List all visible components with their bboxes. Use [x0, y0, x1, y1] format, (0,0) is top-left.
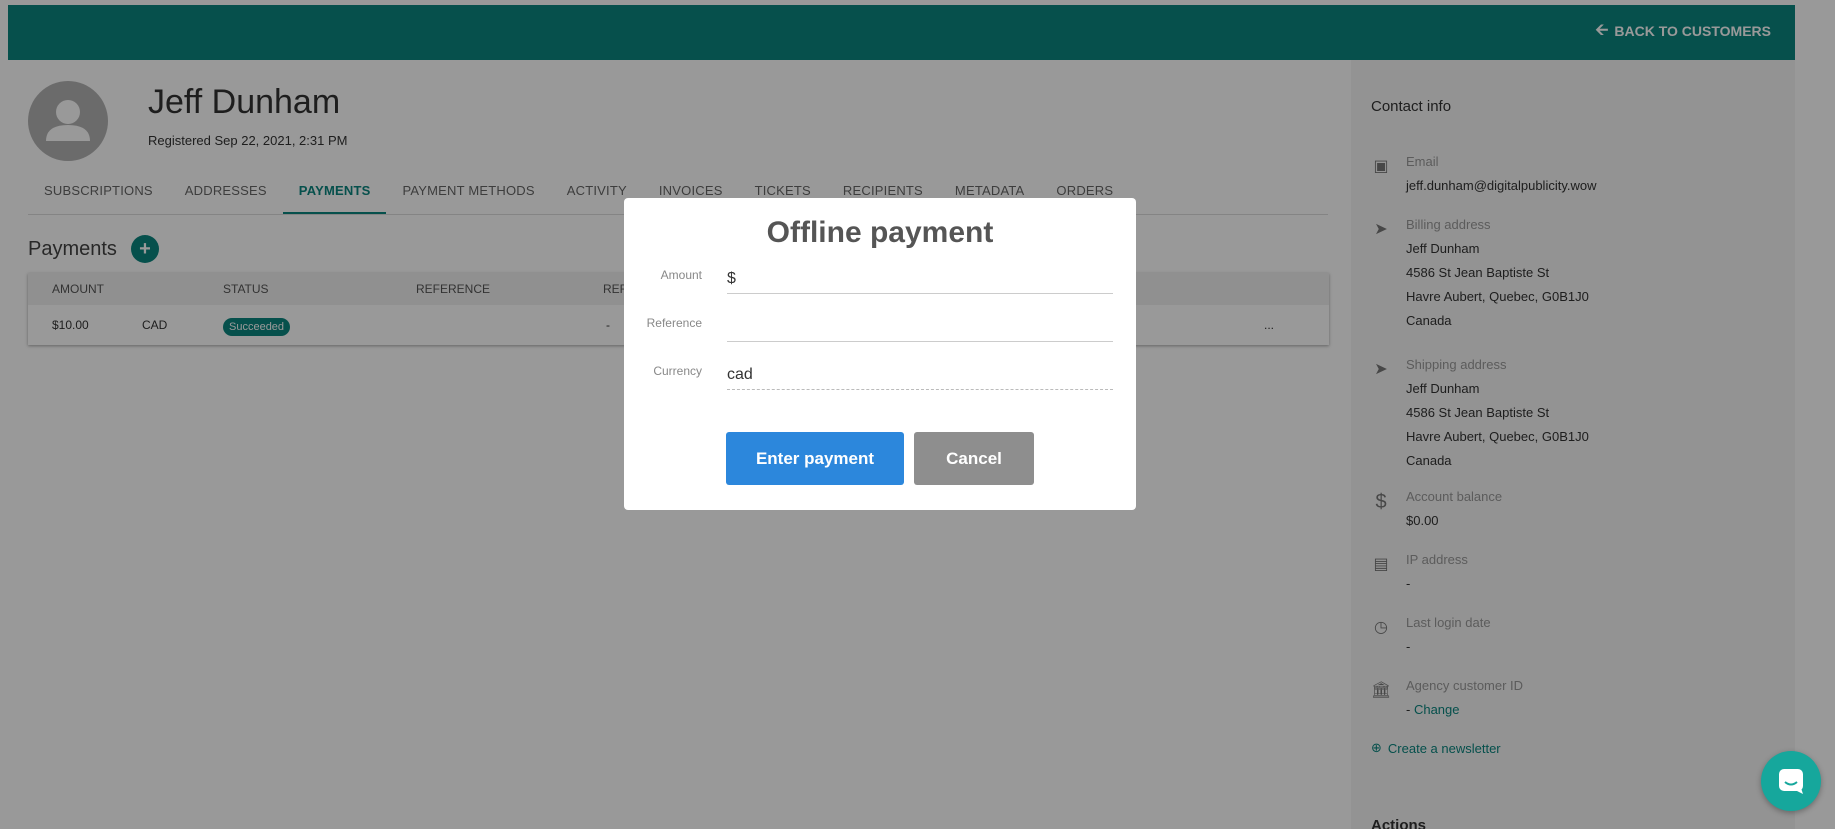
modal-title: Offline payment — [766, 216, 994, 249]
amount-label: Amount — [660, 268, 702, 282]
reference-input[interactable] — [727, 314, 1113, 342]
amount-field: Amount $ — [624, 256, 1136, 304]
currency-label: Currency — [653, 364, 702, 378]
currency-field: Currency cad — [624, 352, 1136, 400]
dollar-prefix: $ — [727, 270, 736, 287]
reference-field: Reference — [624, 304, 1136, 352]
chat-launcher-button[interactable] — [1761, 751, 1821, 811]
offline-payment-modal: Offline payment Amount $ Reference Curre… — [624, 198, 1136, 510]
chat-icon — [1779, 769, 1803, 794]
cancel-button[interactable]: Cancel — [914, 432, 1034, 485]
enter-payment-button[interactable]: Enter payment — [726, 432, 904, 485]
reference-label: Reference — [646, 316, 702, 330]
currency-input[interactable]: cad — [727, 362, 1113, 390]
amount-input[interactable]: $ — [727, 266, 1113, 294]
